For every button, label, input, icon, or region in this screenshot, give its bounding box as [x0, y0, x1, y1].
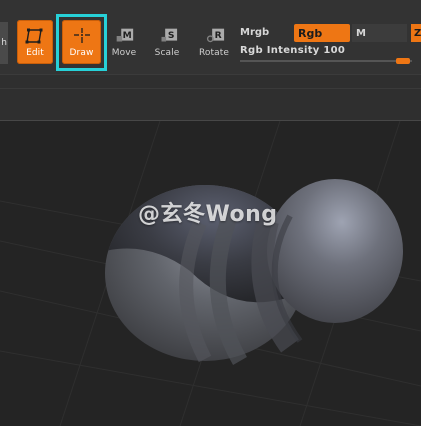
edit-icon [25, 28, 43, 44]
scale-button[interactable]: S Scale [152, 20, 182, 64]
watermark-text: @玄冬Wong [138, 202, 278, 227]
edit-button-label: Edit [26, 48, 44, 58]
draw-crosshair-icon [73, 28, 90, 43]
scale-button-label: Scale [154, 48, 180, 58]
scale-key-glyph: S [168, 30, 175, 41]
rgb-intensity-slider[interactable] [240, 60, 412, 62]
rgb-button[interactable]: Rgb [294, 24, 350, 42]
partial-button[interactable]: h [0, 22, 8, 64]
scene-render [0, 121, 421, 426]
mrgb-button[interactable]: Mrgb [240, 27, 269, 38]
draw-button-label: Draw [69, 48, 94, 58]
rgb-intensity-value: 100 [323, 45, 346, 56]
edit-button[interactable]: Edit [17, 20, 53, 64]
m-button[interactable]: M [352, 24, 407, 42]
rgb-intensity-label: Rgb Intensity [240, 45, 320, 56]
scale-icon: S [161, 28, 178, 42]
zadd-button-label: Z [414, 27, 421, 39]
sub-toolbar [0, 74, 421, 121]
rotate-button[interactable]: R Rotate [197, 20, 231, 64]
zadd-button[interactable]: Z [411, 24, 421, 42]
divider [0, 88, 421, 89]
move-button-label: Move [111, 48, 137, 58]
top-toolbar: h Edit Draw M Move S Scale R Rotate Mrgb… [0, 0, 421, 74]
move-button[interactable]: M Move [109, 20, 139, 64]
rotate-key-glyph: R [215, 30, 222, 41]
canvas-viewport[interactable]: @玄冬Wong [0, 121, 421, 426]
rotate-icon: R [206, 28, 225, 43]
rgb-button-label: Rgb [298, 26, 323, 40]
rgb-intensity-slider-label: Rgb Intensity 100 [240, 45, 345, 56]
rotate-button-label: Rotate [198, 48, 230, 58]
partial-button-label: h [1, 38, 7, 48]
draw-button[interactable]: Draw [62, 20, 101, 64]
move-key-glyph: M [123, 30, 132, 41]
rgb-intensity-slider-handle[interactable] [396, 58, 410, 64]
move-icon: M [116, 28, 134, 42]
m-button-label: M [356, 27, 366, 39]
